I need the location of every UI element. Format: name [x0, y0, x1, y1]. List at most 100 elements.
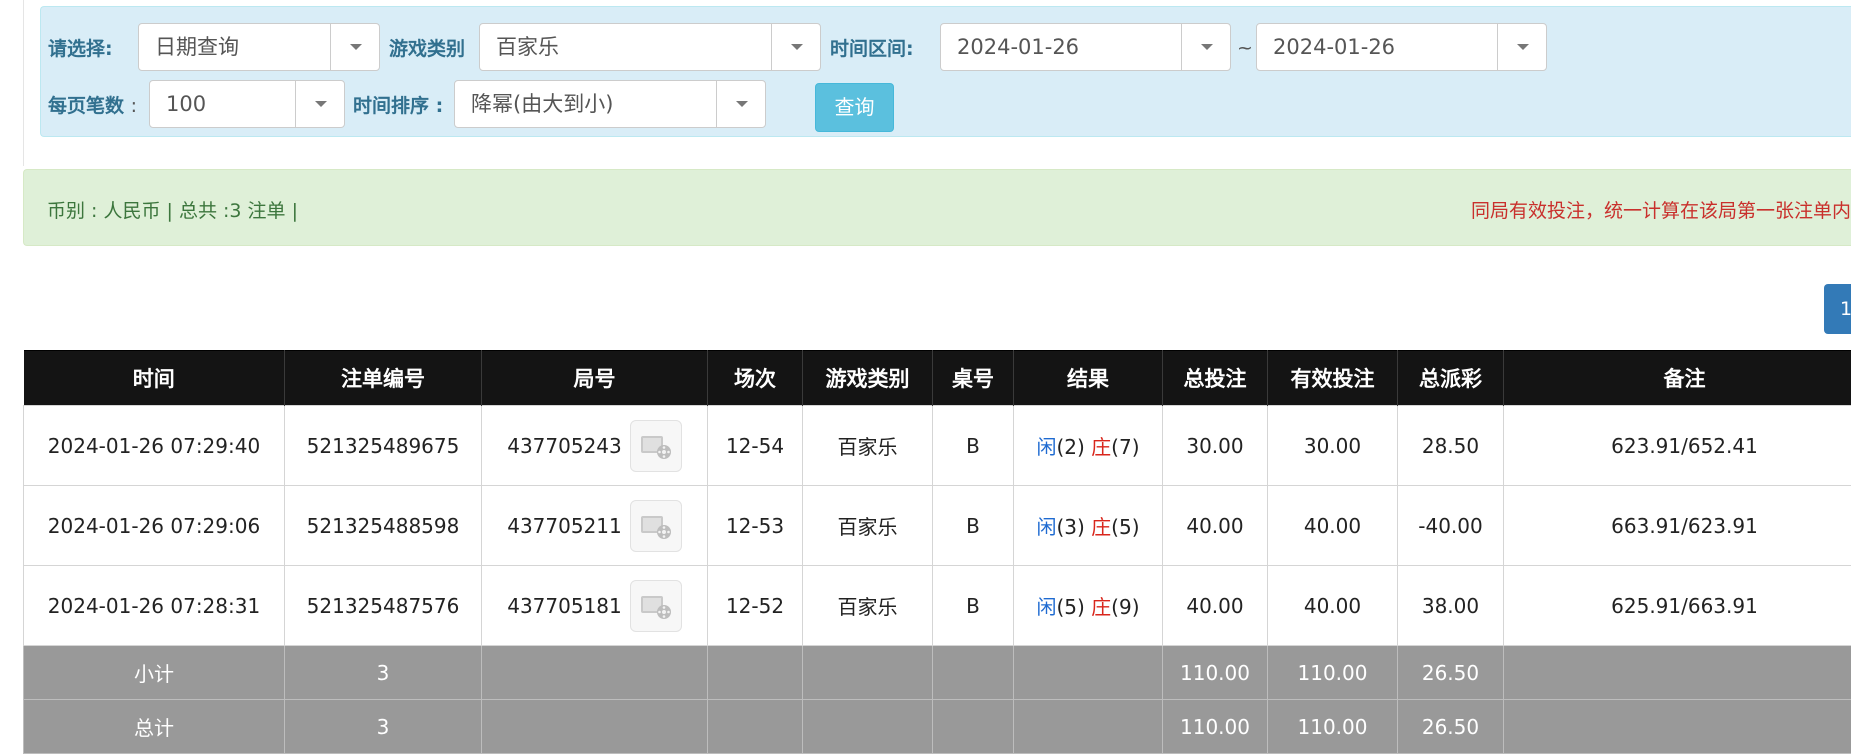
table-row: 2024-01-26 07:28:31 521325487576 4377051…: [24, 566, 1851, 646]
banker-label: 庄: [1091, 515, 1111, 539]
total-label: 总计: [24, 700, 285, 754]
chevron-down-icon[interactable]: [330, 24, 379, 70]
col-header-session: 场次: [708, 351, 803, 406]
per-page-label: 每页笔数 :: [48, 95, 137, 117]
cell-valid-bet: 40.00: [1268, 566, 1398, 646]
cell-total-bet: 40.00: [1163, 486, 1268, 566]
cell-table: B: [933, 486, 1014, 566]
select-label: 请选择:: [48, 38, 113, 60]
col-header-table: 桌号: [933, 351, 1014, 406]
chevron-down-icon[interactable]: [771, 24, 820, 70]
col-header-payout: 总派彩: [1398, 351, 1504, 406]
per-page-select[interactable]: 100: [149, 80, 345, 128]
cell-payout: 38.00: [1398, 566, 1504, 646]
cell-note: 625.91/663.91: [1504, 566, 1851, 646]
total-payout: 26.50: [1398, 700, 1504, 754]
chevron-down-icon[interactable]: [1497, 24, 1546, 70]
player-score: (2): [1056, 435, 1084, 459]
query-type-value: 日期查询: [155, 35, 239, 59]
table-row: 2024-01-26 07:29:40 521325489675 4377052…: [24, 406, 1851, 486]
table-row: 2024-01-26 07:29:06 521325488598 4377052…: [24, 486, 1851, 566]
round-id-text: 437705211: [507, 514, 622, 538]
player-score: (5): [1056, 595, 1084, 619]
date-from-select[interactable]: 2024-01-26: [940, 23, 1231, 71]
cell-table: B: [933, 406, 1014, 486]
cell-result: 闲(3) 庄(5): [1014, 486, 1163, 566]
col-header-total-bet: 总投注: [1163, 351, 1268, 406]
cell-round-id: 437705211: [482, 486, 708, 566]
game-type-value: 百家乐: [496, 35, 559, 59]
empty-cell: [708, 646, 803, 700]
col-header-valid-bet: 有效投注: [1268, 351, 1398, 406]
total-valid-bet: 110.00: [1268, 700, 1398, 754]
game-type-label: 游戏类别: [389, 38, 465, 60]
currency-summary: 币别 : 人民币 | 总共 :3 注单 |: [47, 196, 298, 223]
player-score: (3): [1056, 515, 1084, 539]
cell-round-id: 437705243: [482, 406, 708, 486]
empty-cell: [803, 700, 933, 754]
banker-score: (5): [1111, 515, 1139, 539]
chevron-down-icon[interactable]: [716, 81, 765, 127]
empty-cell: [933, 700, 1014, 754]
filter-panel: 请选择: 日期查询 游戏类别 百家乐 时间区间: 2024-01-26 ~ 20…: [40, 6, 1851, 137]
video-replay-icon[interactable]: [630, 580, 682, 632]
empty-cell: [482, 700, 708, 754]
video-replay-icon[interactable]: [630, 420, 682, 472]
cell-valid-bet: 40.00: [1268, 486, 1398, 566]
banker-label: 庄: [1091, 435, 1111, 459]
cell-game: 百家乐: [803, 486, 933, 566]
banker-label: 庄: [1091, 595, 1111, 619]
col-header-result: 结果: [1014, 351, 1163, 406]
cell-payout: 28.50: [1398, 406, 1504, 486]
pagination-page-1[interactable]: 1: [1824, 284, 1851, 334]
banker-score: (7): [1111, 435, 1139, 459]
subtotal-payout: 26.50: [1398, 646, 1504, 700]
cell-session: 12-53: [708, 486, 803, 566]
cell-session: 12-54: [708, 406, 803, 486]
chevron-down-icon[interactable]: [295, 81, 344, 127]
subtotal-count: 3: [285, 646, 482, 700]
subtotal-valid-bet: 110.00: [1268, 646, 1398, 700]
player-label: 闲: [1036, 515, 1056, 539]
range-separator: ~: [1237, 37, 1253, 59]
date-to-select[interactable]: 2024-01-26: [1256, 23, 1547, 71]
empty-cell: [803, 646, 933, 700]
empty-cell: [708, 700, 803, 754]
empty-cell: [1014, 700, 1163, 754]
cell-bet-id: 521325487576: [285, 566, 482, 646]
cell-game: 百家乐: [803, 566, 933, 646]
col-header-game: 游戏类别: [803, 351, 933, 406]
cell-bet-id: 521325488598: [285, 486, 482, 566]
cell-game: 百家乐: [803, 406, 933, 486]
cell-result: 闲(2) 庄(7): [1014, 406, 1163, 486]
total-total-bet: 110.00: [1163, 700, 1268, 754]
query-type-select[interactable]: 日期查询: [138, 23, 380, 71]
video-replay-icon[interactable]: [630, 500, 682, 552]
sort-select[interactable]: 降幂(由大到小): [454, 80, 766, 128]
round-id-text: 437705181: [507, 594, 622, 618]
cell-valid-bet: 30.00: [1268, 406, 1398, 486]
cell-session: 12-52: [708, 566, 803, 646]
info-bar: 币别 : 人民币 | 总共 :3 注单 | 同局有效投注，统一计算在该局第一张注…: [23, 169, 1851, 246]
round-id-text: 437705243: [507, 434, 622, 458]
subtotal-label: 小计: [24, 646, 285, 700]
sort-label: 时间排序 :: [353, 95, 443, 117]
cell-table: B: [933, 566, 1014, 646]
subtotal-total-bet: 110.00: [1163, 646, 1268, 700]
player-label: 闲: [1036, 595, 1056, 619]
col-header-bet-id: 注单编号: [285, 351, 482, 406]
cell-time: 2024-01-26 07:29:06: [24, 486, 285, 566]
cell-result: 闲(5) 庄(9): [1014, 566, 1163, 646]
date-to-value: 2024-01-26: [1273, 35, 1395, 59]
cell-time: 2024-01-26 07:28:31: [24, 566, 285, 646]
game-type-select[interactable]: 百家乐: [479, 23, 821, 71]
player-label: 闲: [1036, 435, 1056, 459]
date-from-value: 2024-01-26: [957, 35, 1079, 59]
chevron-down-icon[interactable]: [1181, 24, 1230, 70]
cell-time: 2024-01-26 07:29:40: [24, 406, 285, 486]
empty-cell: [1014, 646, 1163, 700]
cell-bet-id: 521325489675: [285, 406, 482, 486]
total-row: 总计 3 110.00 110.00 26.50: [24, 700, 1851, 754]
query-button[interactable]: 查询: [815, 83, 894, 132]
empty-cell: [933, 646, 1014, 700]
